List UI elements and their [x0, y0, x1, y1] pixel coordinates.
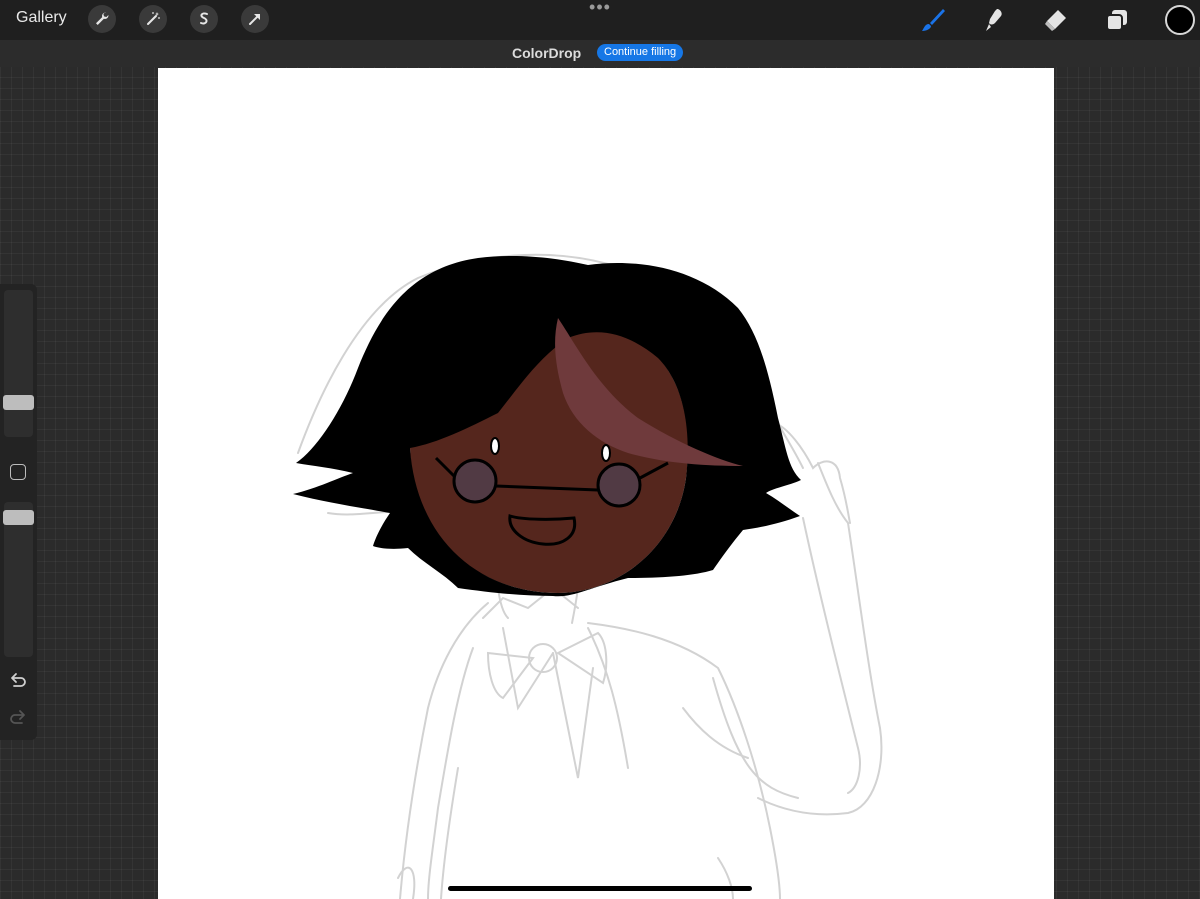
home-indicator [448, 886, 752, 891]
drawing-canvas[interactable] [158, 68, 1054, 899]
redo-button[interactable] [8, 707, 28, 727]
brush-size-thumb[interactable] [3, 395, 34, 410]
colordrop-title: ColorDrop [512, 45, 582, 61]
top-toolbar: Gallery ••• [0, 0, 1200, 40]
adjustments-button[interactable] [139, 5, 167, 33]
smudge-icon [986, 9, 1002, 31]
actions-button[interactable] [88, 5, 116, 33]
selection-icon [200, 12, 208, 25]
gallery-button[interactable]: Gallery [16, 9, 67, 27]
layers-button[interactable] [1102, 5, 1132, 35]
continue-filling-button[interactable]: Continue filling [597, 44, 684, 61]
redo-icon [10, 710, 25, 724]
modify-button[interactable] [10, 464, 26, 480]
eraser-icon [1045, 10, 1066, 31]
eraser-tool-button[interactable] [1040, 5, 1070, 35]
selection-button[interactable] [190, 5, 218, 33]
left-eye [490, 437, 500, 455]
right-eye [601, 444, 611, 462]
smudge-tool-button[interactable] [979, 5, 1009, 35]
wrench-icon [96, 12, 109, 25]
transform-button[interactable] [241, 5, 269, 33]
brush-icon [922, 9, 945, 31]
magic-wand-icon [147, 12, 160, 25]
undo-icon [11, 673, 26, 687]
brush-tool-button[interactable] [918, 5, 948, 35]
more-options-dots[interactable]: ••• [587, 0, 613, 18]
brush-size-slider[interactable] [4, 290, 33, 437]
undo-button[interactable] [8, 670, 28, 690]
opacity-thumb[interactable] [3, 510, 34, 525]
artwork [293, 253, 883, 899]
transform-icon [249, 14, 260, 25]
left-sidebar [0, 284, 37, 740]
layers-icon [1106, 10, 1127, 31]
color-picker-button[interactable] [1165, 5, 1195, 35]
opacity-slider[interactable] [4, 502, 33, 657]
